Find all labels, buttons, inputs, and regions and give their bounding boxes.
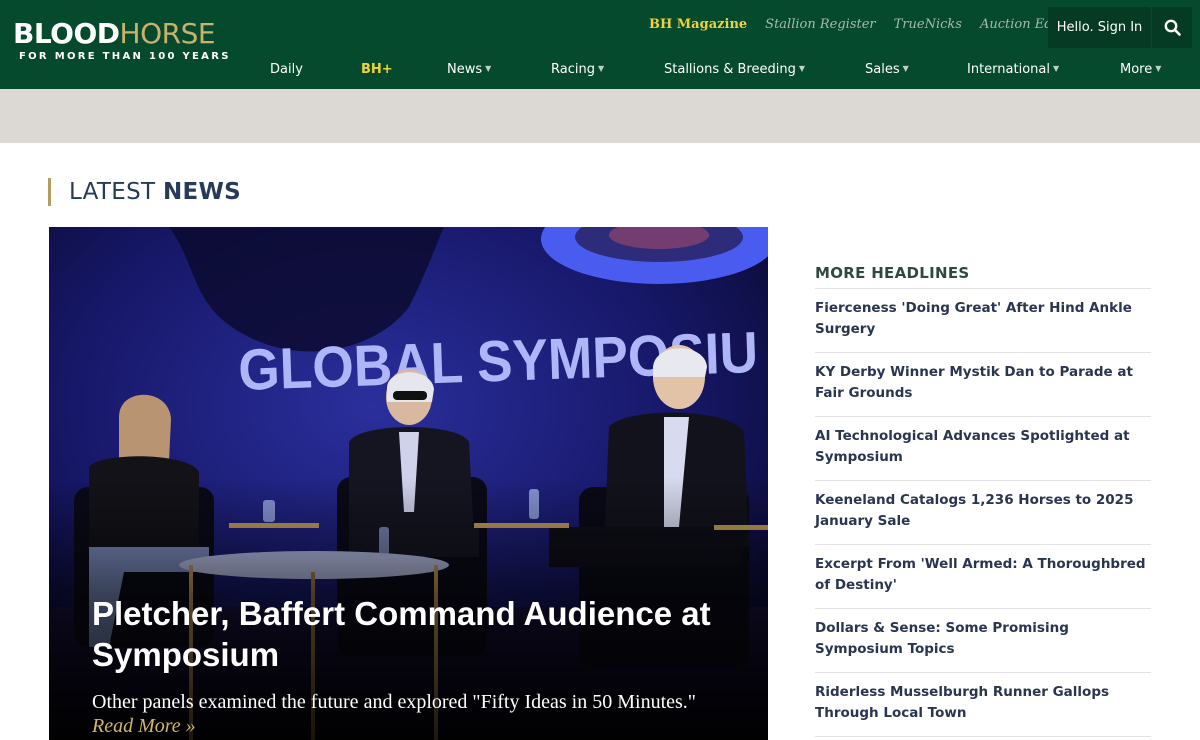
chevron-down-icon: ▼ (597, 64, 605, 73)
logo-blood: BLOOD (13, 17, 120, 50)
hero-summary-text: Other panels examined the future and exp… (92, 691, 696, 713)
latest-news-heading: LATEST NEWS (48, 178, 241, 206)
nav-international-label: International (967, 62, 1050, 77)
nav-daily-label: Daily (270, 62, 303, 77)
headline-item[interactable]: KY Derby Winner Mystik Dan to Parade at … (815, 353, 1151, 417)
bloodhorse-logo[interactable]: BLOODHORSE FOR MORE THAN 100 YEARS (13, 18, 231, 63)
chevron-down-icon: ▼ (485, 64, 492, 73)
main-nav: Daily BH+ News ▼ Racing ▼ Stallions & Bree… (0, 62, 1200, 82)
headline-item[interactable]: AI Technological Advances Spotlighted at… (815, 417, 1151, 481)
nav-bh-plus[interactable]: BH+ (361, 62, 393, 77)
more-headlines: MORE HEADLINES Fierceness 'Doing Great' … (815, 264, 1151, 737)
hero-story[interactable]: GLOBAL SYMPOSIU Pletcher, Baffert Comman… (49, 227, 768, 740)
toplink-stallion-register[interactable]: Stallion Register (765, 17, 875, 32)
headline-item[interactable]: Excerpt From 'Well Armed: A Thoroughbred… (815, 545, 1151, 609)
sign-in-button[interactable]: Hello. Sign In (1048, 7, 1151, 48)
chevron-down-icon: ▼ (902, 64, 909, 73)
nav-bh-plus-label: BH+ (361, 62, 393, 77)
nav-daily[interactable]: Daily (270, 62, 303, 77)
headline-item[interactable]: Fierceness 'Doing Great' After Hind Ankl… (815, 289, 1151, 353)
nav-news[interactable]: News ▼ (447, 62, 491, 77)
nav-sales[interactable]: Sales ▼ (865, 62, 909, 77)
nav-stallions-label: Stallions & Breeding (664, 62, 796, 77)
nav-racing-label: Racing (551, 62, 595, 77)
chevron-down-icon: ▼ (1052, 64, 1060, 73)
nav-sales-label: Sales (865, 62, 900, 77)
hero-summary: Other panels examined the future and exp… (92, 690, 742, 738)
latest-emphasis: NEWS (162, 179, 242, 205)
nav-stallions-breeding[interactable]: Stallions & Breeding ▼ (664, 62, 805, 77)
toplink-bh-magazine[interactable]: BH Magazine (649, 17, 747, 32)
search-button[interactable] (1152, 7, 1192, 48)
headline-item[interactable]: Keeneland Catalogs 1,236 Horses to 2025 … (815, 481, 1151, 545)
top-links: BH Magazine Stallion Register TrueNicks … (649, 15, 1087, 33)
hero-headline[interactable]: Pletcher, Baffert Command Audience at Sy… (92, 593, 742, 675)
logo-tagline: FOR MORE THAN 100 YEARS (19, 51, 231, 62)
nav-news-label: News (447, 62, 483, 77)
nav-more-label: More (1120, 62, 1153, 77)
logo-horse: HORSE (119, 17, 216, 50)
ad-banner-area (0, 89, 1200, 143)
latest-prefix: LATEST (69, 179, 156, 205)
chevron-down-icon: ▼ (1155, 64, 1162, 73)
nav-international[interactable]: International ▼ (967, 62, 1059, 77)
headline-item[interactable]: Dollars & Sense: Some Promising Symposiu… (815, 609, 1151, 673)
nav-racing[interactable]: Racing ▼ (551, 62, 604, 77)
chevron-down-icon: ▼ (798, 64, 806, 73)
site-header: BLOODHORSE FOR MORE THAN 100 YEARS BH Ma… (0, 0, 1200, 89)
search-icon (1164, 19, 1181, 36)
toplink-truenicks[interactable]: TrueNicks (894, 17, 962, 32)
logo-wordmark: BLOODHORSE (13, 18, 231, 50)
headline-item[interactable]: Riderless Musselburgh Runner Gallops Thr… (815, 673, 1151, 737)
nav-more[interactable]: More ▼ (1120, 62, 1161, 77)
more-headlines-title: MORE HEADLINES (815, 264, 1151, 289)
read-more-link[interactable]: Read More » (92, 715, 196, 737)
